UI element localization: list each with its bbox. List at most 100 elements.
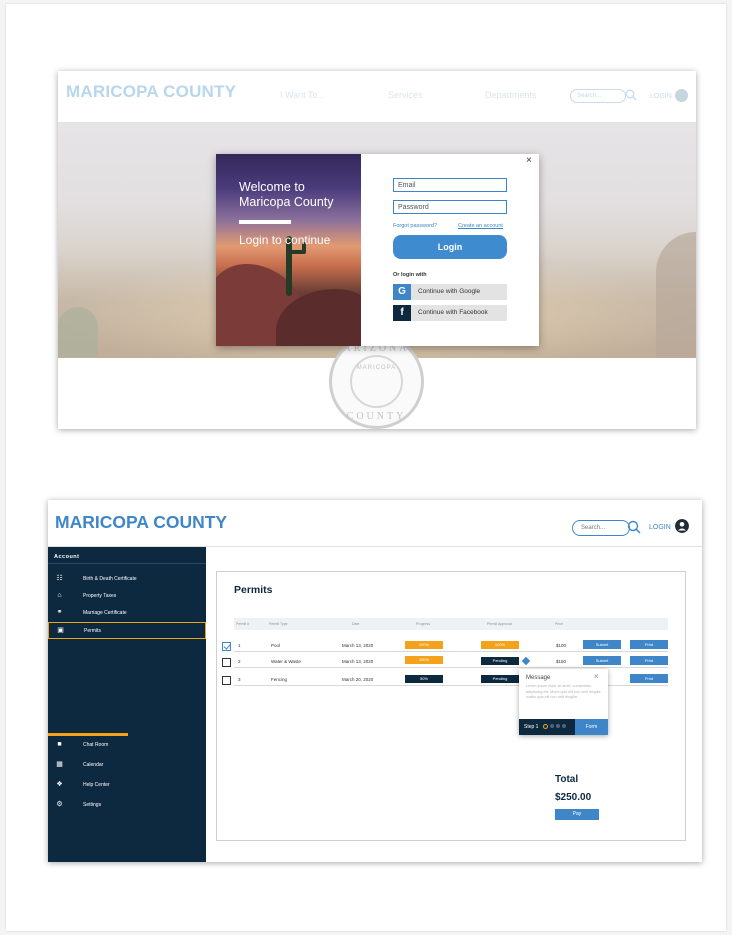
sidebar-item-label: Help Center [83,782,110,788]
cactus-shape [58,307,98,357]
sidebar-item-label: Settings [83,802,102,808]
search-input[interactable]: Search... [572,520,630,536]
chat-icon: ■ [57,741,62,748]
permit-date: March 13, 2020 [342,643,374,648]
email-field[interactable]: Email [393,178,507,192]
info-diamond-icon[interactable] [521,656,531,666]
sidebar-item-label: Marriage Certificate [83,610,127,616]
sidebar-item-help-center[interactable]: ❖ Help Center [48,777,206,793]
forgot-password-link[interactable]: Forgot password? [393,223,437,229]
nav-services[interactable]: Services [388,90,423,100]
column-header: Permit Type [269,622,288,626]
sidebar-item-chat-room[interactable]: ■ Chat Room [48,737,206,753]
sidebar-item-label: Calendar [83,762,104,768]
sidebar-item-property-taxes[interactable]: ⌂ Property Taxes [48,588,206,604]
sidebar-item-permits[interactable]: ▣ Permits [48,622,206,639]
or-login-with-label: Or login with [393,272,427,278]
column-header: Progress [416,622,431,626]
login-screen: MARICOPA COUNTY I Want To... Services De… [58,71,696,429]
permits-screen: MARICOPA COUNTY Search... LOGIN Account … [48,500,702,862]
avatar-icon[interactable] [675,519,689,533]
print-button[interactable]: Print [630,640,668,649]
hill-shape [656,232,696,358]
document-icon: ☷ [56,575,63,582]
logo[interactable]: MARICOPA COUNTY [66,82,236,102]
sidebar-heading: Account [54,554,80,560]
message-title: Message [526,675,551,681]
price: $150 [556,659,567,664]
help-icon: ❖ [56,781,63,788]
sidebar-item-calendar[interactable]: ▦ Calendar [48,757,206,773]
pay-button[interactable]: Pay [555,809,599,820]
sidebar: Account ☷ Birth & Death Certificate ⌂ Pr… [48,547,206,862]
welcome-divider [239,220,291,224]
step-dot[interactable] [550,724,554,728]
seal-ribbon-text: MARICOPA [356,365,397,371]
close-icon[interactable]: × [594,672,599,681]
create-account-link[interactable]: Create an account [458,223,503,229]
close-icon[interactable]: × [526,155,532,166]
permits-panel: Permits Permit # Permit Type Date Progre… [216,571,686,841]
sidebar-item-label: Property Taxes [83,593,117,599]
login-button[interactable]: Login [393,235,507,259]
avatar-icon[interactable] [675,89,688,102]
permit-type: Water & Waste [271,659,301,664]
google-login-button[interactable]: G Continue with Google [393,284,507,300]
sidebar-item-marriage[interactable]: ⚭ Marriage Certificate [48,605,206,621]
form-button[interactable]: Form [575,719,608,735]
calendar-icon: ▦ [56,761,63,768]
message-body: Lorem ipsum dolor sit amet, consectetur … [526,684,601,699]
print-button[interactable]: Print [630,674,668,683]
progress-pill: 100% [405,641,443,649]
permit-date: March 20, 2020 [342,677,374,682]
row-checkbox[interactable] [222,676,231,685]
column-header: Permit # [236,622,250,626]
google-icon: G [393,284,411,300]
header: MARICOPA COUNTY I Want To... Services De… [58,71,696,122]
page-canvas: MARICOPA COUNTY I Want To... Services De… [6,4,726,931]
submit-button[interactable]: Submit [583,656,621,665]
row-checkbox[interactable] [222,642,231,651]
nav-i-want-to[interactable]: I Want To... [280,90,325,100]
permit-number: 1 [238,643,241,648]
permit-icon: ▣ [57,627,64,634]
sidebar-divider [48,563,206,564]
table-row: 2 Water & Waste March 13, 2020 100% Pend… [234,654,668,668]
permit-type: Fencing [271,677,288,682]
table-row: 1 Pool March 13, 2020 100% 100% $100 Sub… [234,638,668,652]
step-dot[interactable] [556,724,560,728]
progress-pill: 100% [405,656,443,664]
sidebar-item-settings[interactable]: ⚙ Settings [48,797,206,813]
sidebar-item-label: Permits [84,628,101,634]
step-dot-active[interactable] [543,724,548,729]
home-icon: ⌂ [57,592,62,599]
nav-departments[interactable]: Departments [485,90,537,100]
facebook-label: Continue with Facebook [418,309,488,316]
seal-bottom-text: COUNTY [346,411,407,422]
column-header: Permit Approval [487,622,512,626]
submit-button[interactable]: Submit [583,640,621,649]
search-input[interactable]: Search... [570,89,626,103]
gear-icon: ⚙ [56,801,63,808]
sidebar-item-birth-death[interactable]: ☷ Birth & Death Certificate [48,571,206,587]
search-icon[interactable] [627,520,641,534]
desert-photo: Welcome to Maricopa County Login to cont… [216,154,361,346]
logo[interactable]: MARICOPA COUNTY [55,512,227,533]
google-label: Continue with Google [418,288,481,295]
tooltip-footer: Step 1 Form [519,719,608,735]
column-header: Date [352,622,360,626]
facebook-login-button[interactable]: f Continue with Facebook [393,305,507,321]
facebook-icon: f [393,305,411,321]
message-tooltip: Message × Lorem ipsum dolor sit amet, co… [519,669,608,735]
print-button[interactable]: Print [630,656,668,665]
password-field[interactable]: Password [393,200,507,214]
login-link[interactable]: LOGIN [650,93,672,100]
login-modal: Welcome to Maricopa County Login to cont… [216,154,539,346]
step-dot[interactable] [562,724,566,728]
login-link[interactable]: LOGIN [649,524,671,531]
rings-icon: ⚭ [56,609,63,616]
row-checkbox[interactable] [222,658,231,667]
welcome-subtitle: Login to continue [239,233,331,247]
search-icon[interactable] [625,89,637,101]
price: $100 [556,643,567,648]
